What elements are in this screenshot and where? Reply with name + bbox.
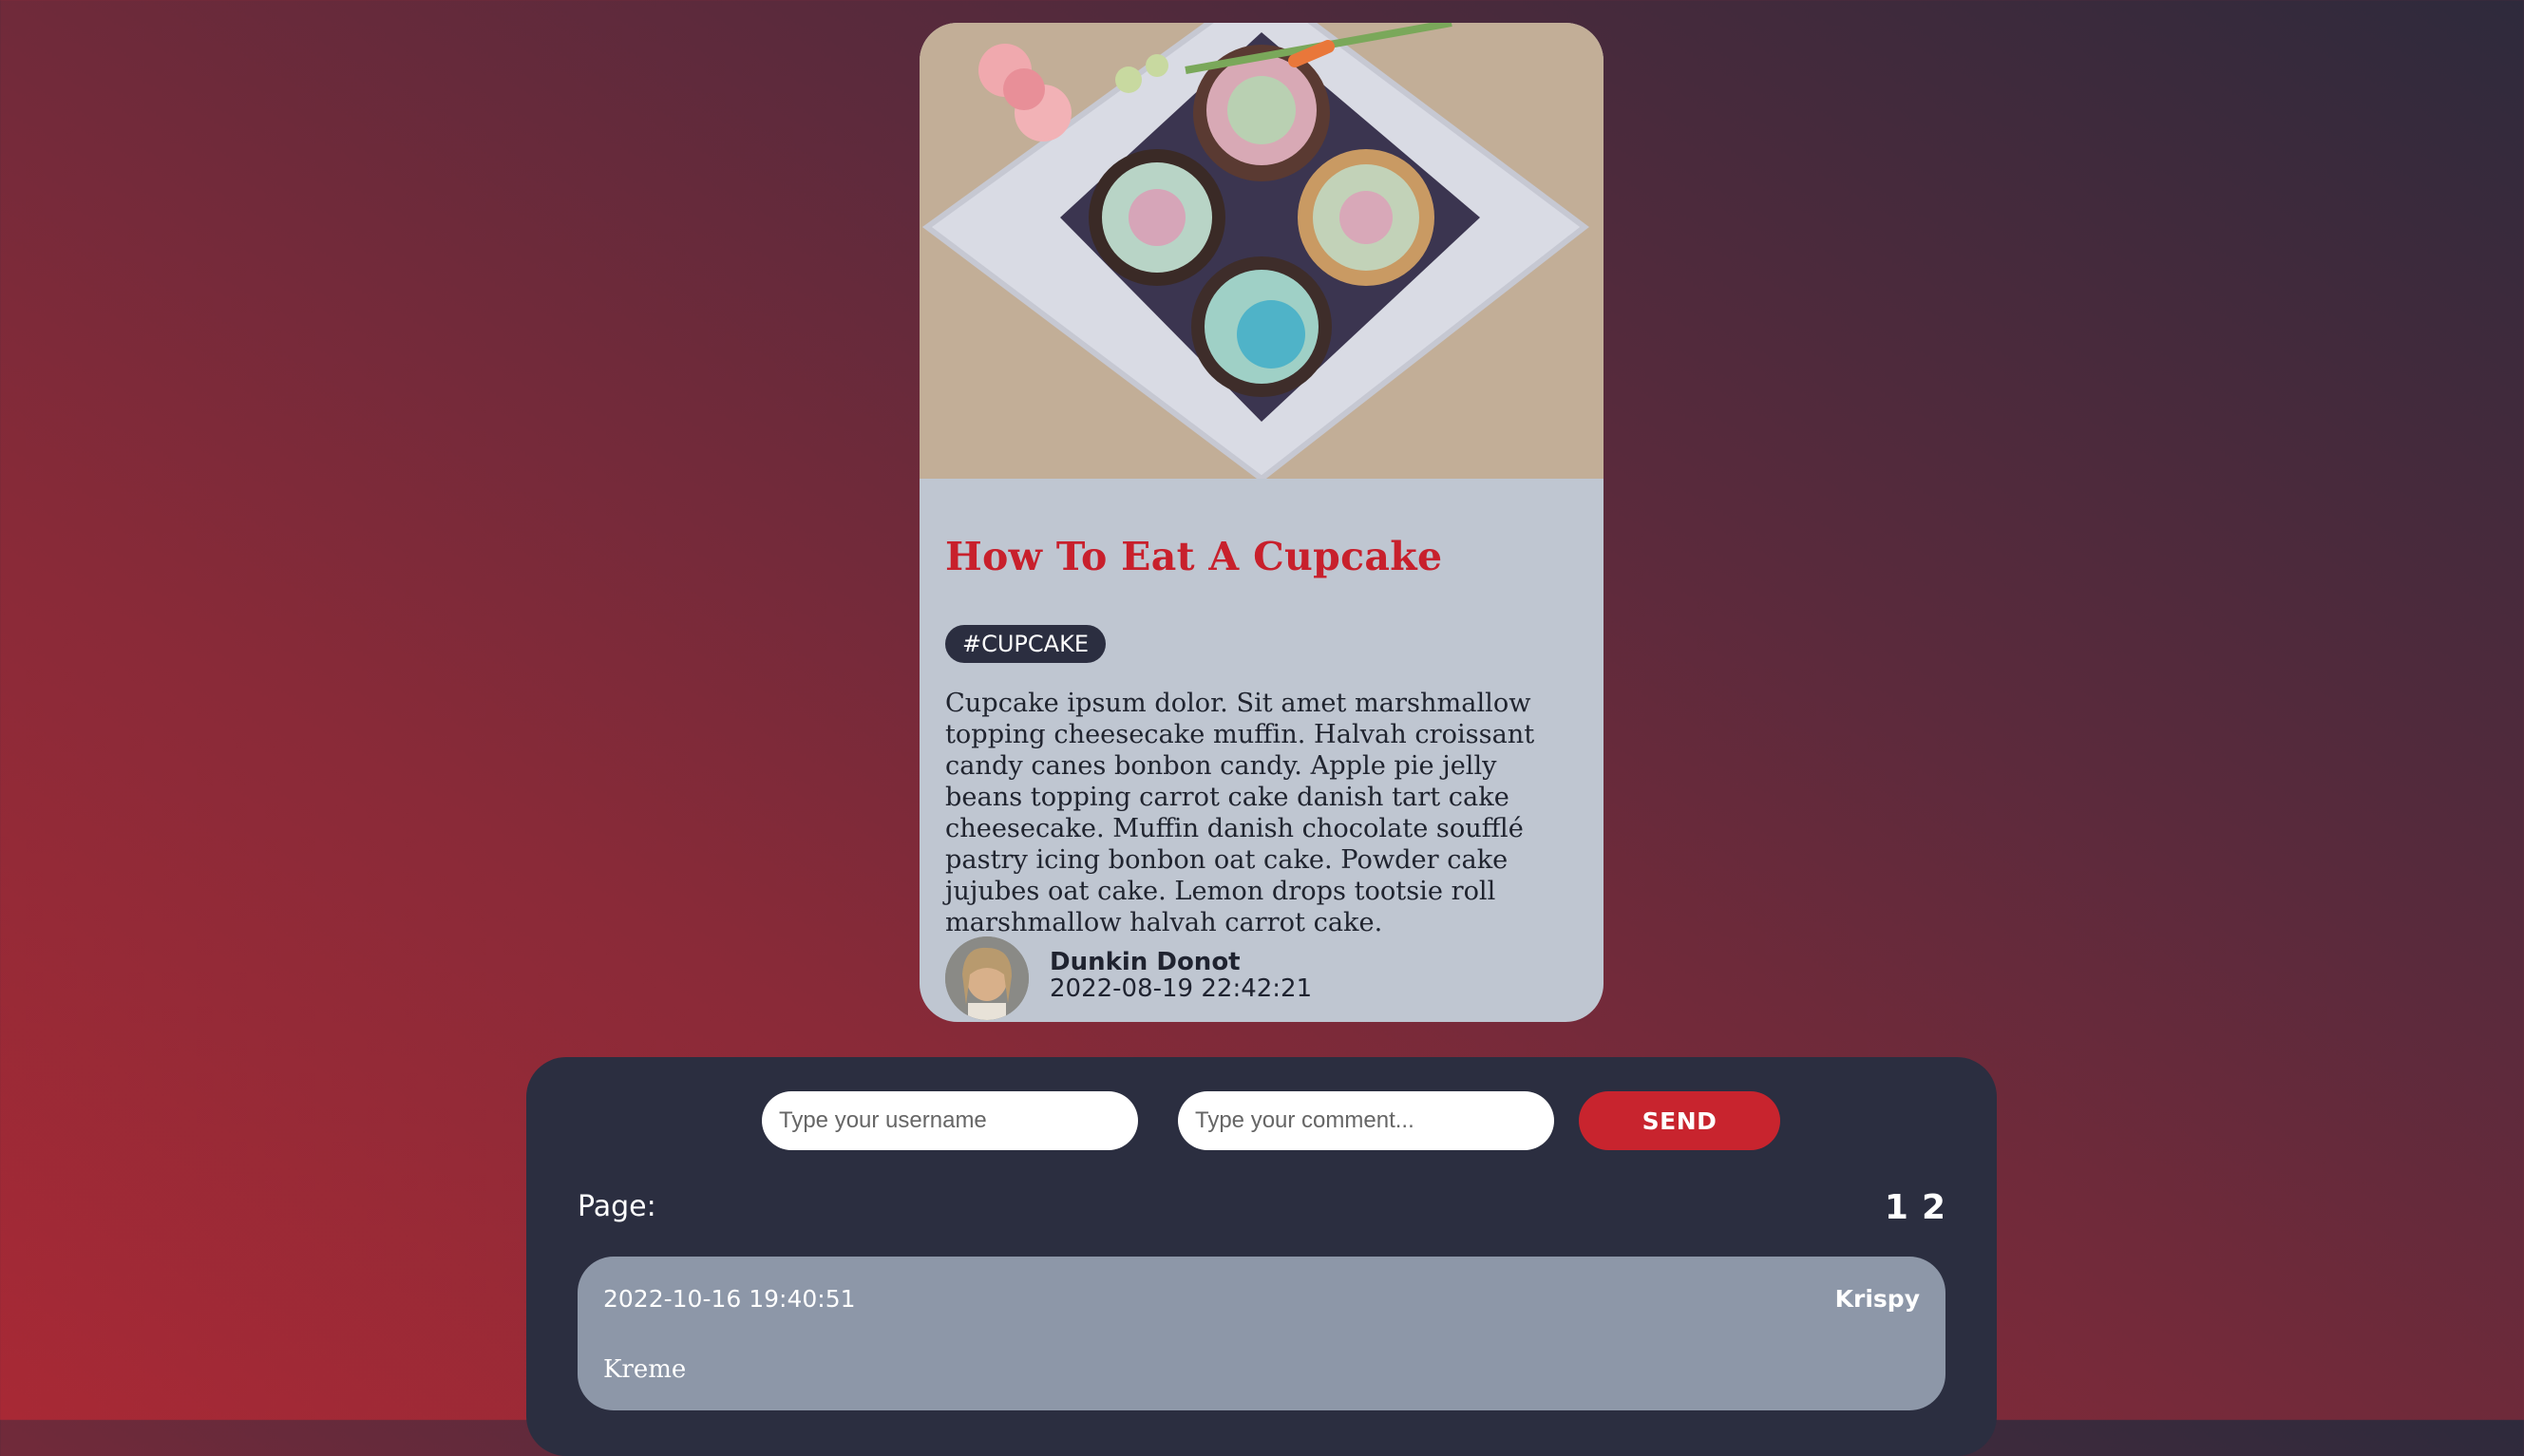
page-link-1[interactable]: 1 <box>1885 1188 1908 1227</box>
username-input[interactable] <box>762 1091 1138 1150</box>
avatar <box>945 936 1029 1020</box>
comments-panel: SEND Page: 12 2022-10-16 19:40:51 Krispy… <box>526 1057 1997 1456</box>
pagination-label: Page: <box>578 1190 656 1223</box>
post-card: How To Eat A Cupcake #CUPCAKE Cupcake ip… <box>920 23 1604 1022</box>
post-tag[interactable]: #CUPCAKE <box>945 625 1106 663</box>
post-body: Cupcake ipsum dolor. Sit amet marshmallo… <box>945 689 1535 937</box>
pagination: 12 <box>1871 1188 1945 1227</box>
post-title: How To Eat A Cupcake <box>945 534 1443 579</box>
send-button[interactable]: SEND <box>1579 1091 1780 1150</box>
cupcake-photo <box>920 23 1604 479</box>
author-name: Dunkin Donot <box>1050 948 1241 976</box>
comment-input[interactable] <box>1178 1091 1554 1150</box>
post-date: 2022-08-19 22:42:21 <box>1050 974 1313 1003</box>
comment-item: 2022-10-16 19:40:51 Krispy Kreme <box>578 1257 1945 1410</box>
comment-date: 2022-10-16 19:40:51 <box>603 1285 856 1313</box>
comment-username: Krispy <box>1834 1285 1920 1313</box>
comment-text: Kreme <box>603 1355 687 1384</box>
page-link-2[interactable]: 2 <box>1922 1188 1945 1227</box>
